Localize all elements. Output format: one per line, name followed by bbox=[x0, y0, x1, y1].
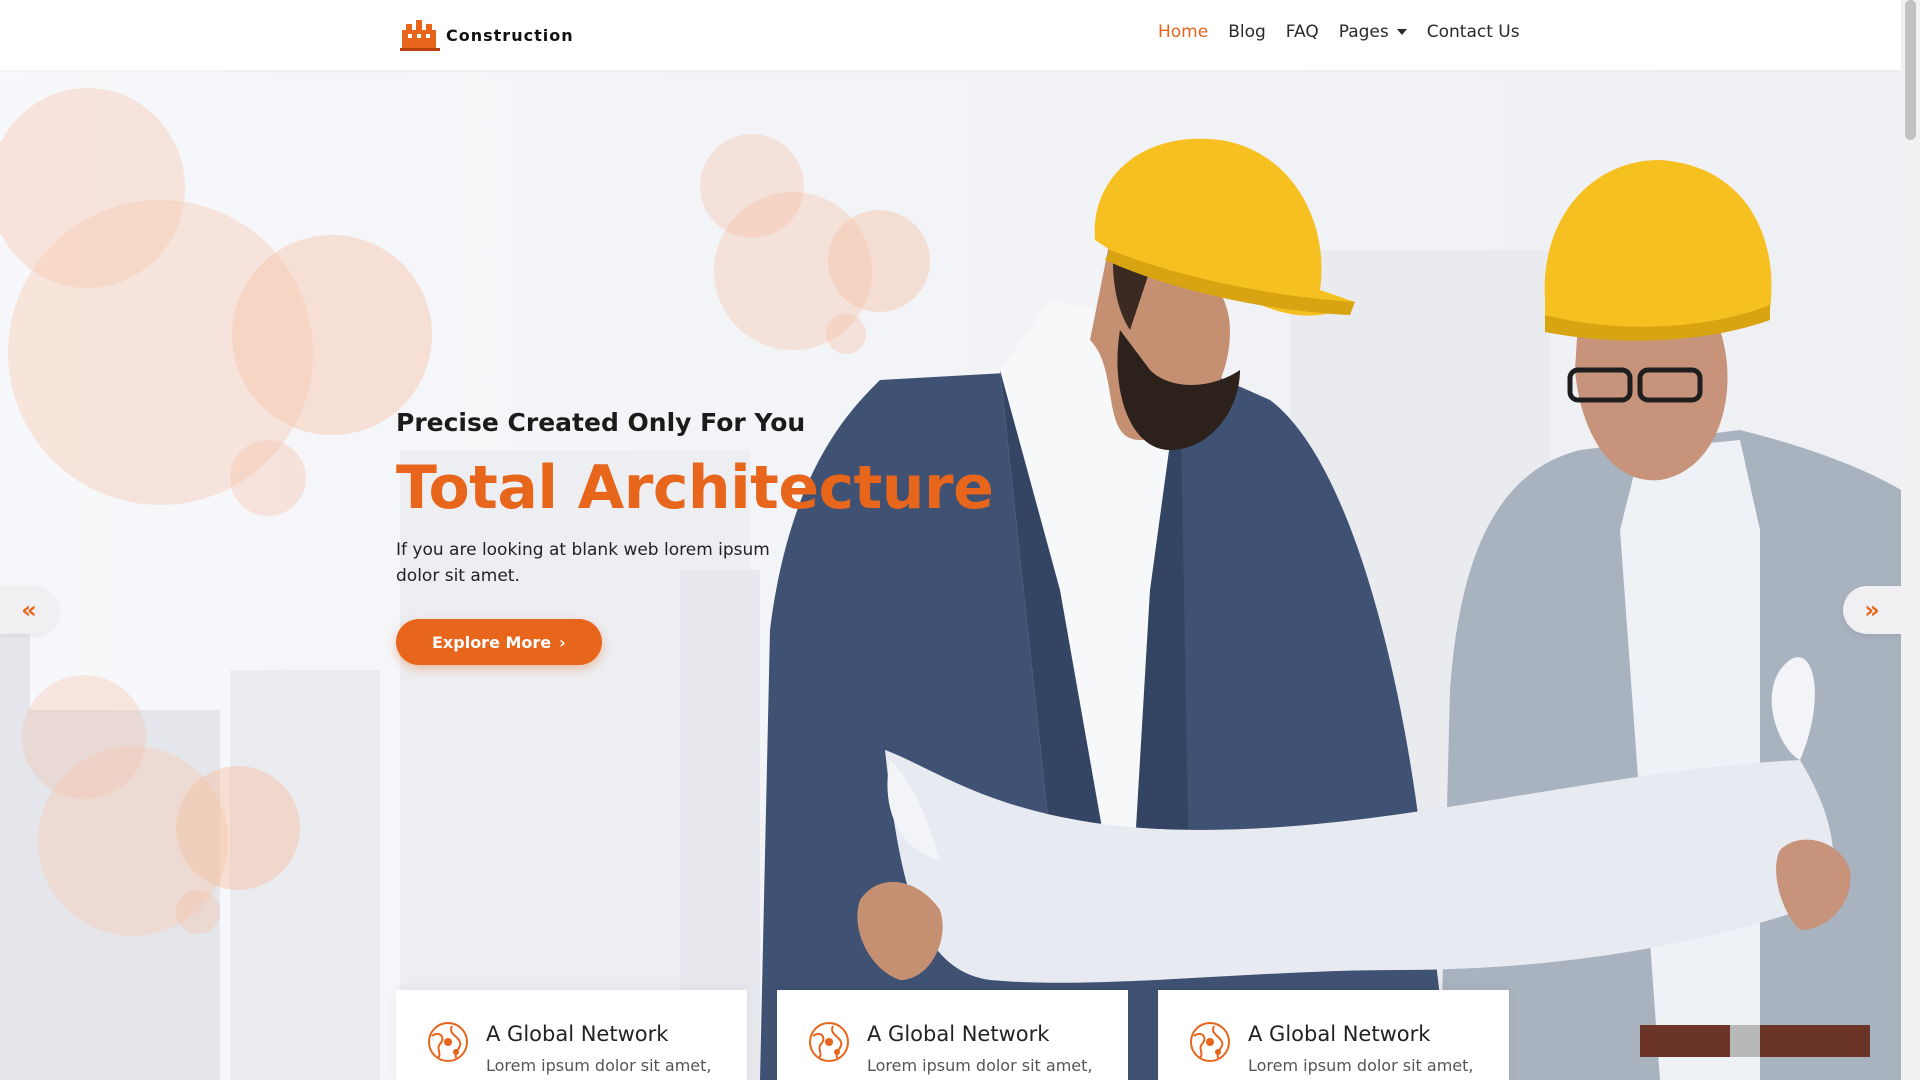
nav-contact[interactable]: Contact Us bbox=[1427, 22, 1520, 42]
slider-next-button[interactable]: » bbox=[1843, 586, 1901, 634]
globe-network-icon bbox=[809, 1022, 849, 1062]
nav-pages-dropdown[interactable]: Pages bbox=[1339, 22, 1407, 42]
explore-more-button[interactable]: Explore More › bbox=[396, 619, 602, 665]
double-chevron-left-icon: « bbox=[21, 596, 37, 624]
hero-subtitle: Precise Created Only For You bbox=[396, 408, 806, 437]
feature-card-body: A Global Network Lorem ipsum dolor sit a… bbox=[1248, 1020, 1474, 1080]
globe-network-icon bbox=[1190, 1022, 1230, 1062]
page-scrollbar[interactable] bbox=[1901, 0, 1920, 1080]
feature-card-body: A Global Network Lorem ipsum dolor sit a… bbox=[486, 1020, 712, 1080]
scrollbar-thumb[interactable] bbox=[1905, 0, 1916, 140]
feature-card: A Global Network Lorem ipsum dolor sit a… bbox=[777, 990, 1128, 1080]
feature-title: A Global Network bbox=[1248, 1022, 1431, 1046]
feature-title: A Global Network bbox=[867, 1022, 1050, 1046]
nav-blog[interactable]: Blog bbox=[1228, 22, 1266, 42]
brand-link[interactable]: Construction bbox=[400, 18, 574, 52]
nav-home[interactable]: Home bbox=[1158, 22, 1208, 42]
hero-title: Total Architecture bbox=[396, 453, 994, 523]
feature-card: A Global Network Lorem ipsum dolor sit a… bbox=[1158, 990, 1509, 1080]
caret-down-icon bbox=[1396, 29, 1407, 35]
feature-title: A Global Network bbox=[486, 1022, 669, 1046]
feature-cards: A Global Network Lorem ipsum dolor sit a… bbox=[396, 990, 1509, 1080]
brand-name: Construction bbox=[446, 25, 574, 45]
chevron-right-icon: › bbox=[559, 632, 566, 652]
slider-prev-button[interactable]: « bbox=[0, 586, 58, 634]
feature-text: Lorem ipsum dolor sit amet, bbox=[867, 1056, 1093, 1075]
feature-card-body: A Global Network Lorem ipsum dolor sit a… bbox=[867, 1020, 1093, 1080]
construction-logo-icon bbox=[400, 20, 440, 51]
double-chevron-right-icon: » bbox=[1864, 596, 1880, 624]
main-nav: Home Blog FAQ Pages Contact Us bbox=[1158, 22, 1520, 42]
hero-description: If you are looking at blank web lorem ip… bbox=[396, 540, 770, 586]
feature-text: Lorem ipsum dolor sit amet, bbox=[486, 1056, 712, 1075]
top-navbar: Construction Home Blog FAQ Pages Contact… bbox=[0, 0, 1901, 70]
hero-text-block: Precise Created Only For You Total Archi… bbox=[396, 408, 996, 665]
explore-more-label: Explore More bbox=[432, 632, 552, 652]
feature-text: Lorem ipsum dolor sit amet, bbox=[1248, 1056, 1474, 1075]
feature-card: A Global Network Lorem ipsum dolor sit a… bbox=[396, 990, 747, 1080]
nav-faq[interactable]: FAQ bbox=[1286, 22, 1319, 42]
hero-section: Precise Created Only For You Total Archi… bbox=[0, 70, 1901, 1080]
globe-network-icon bbox=[428, 1022, 468, 1062]
nav-pages-label: Pages bbox=[1338, 22, 1389, 42]
